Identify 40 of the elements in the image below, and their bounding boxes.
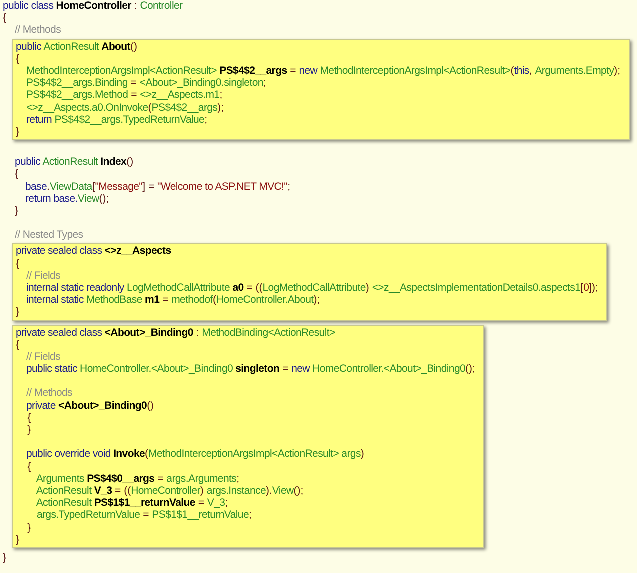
code-line: { [26,412,32,424]
code-line: public ActionResult Index() [15,156,135,168]
code-line: // Fields [25,270,62,282]
code-line: { [15,168,20,181]
code-line: { [16,258,21,270]
code-line: } [3,552,8,564]
code-line: private <About>_Binding0() [25,400,156,412]
code-line: // Methods [25,387,74,400]
code-line: args.TypedReturnValue = PS$1$1__returnValue; [36,509,253,522]
code-line: public ActionResult About() [16,40,138,53]
code-line: // Fields [25,351,62,364]
code-line: ActionResult PS$1$1__returnValue = V_3; [35,497,230,510]
code-line: private sealed class <>z__Aspects [16,245,172,258]
code-line: return PS$4$2__args.TypedReturnValue; [25,114,209,126]
code-line: // Nested Types [15,229,84,242]
code-line: } [16,306,21,319]
code-line: // Methods [15,24,62,37]
code-line: public override void Invoke(MethodInterceptionArgsImpl<ActionResult> args) [25,448,366,460]
code-line: base.ViewData["Message"] = "Welcome to ASP.NET MVC!"; [24,180,292,193]
code-line: { [3,12,8,24]
code-line: internal static MethodBase m1 = methodof(HomeController.About); [25,294,322,306]
code-line: } [26,424,32,436]
code-line: } [16,126,21,138]
code-line: ActionResult V_3 = ((HomeController) args.Instance).View(); [35,484,305,498]
code-line: internal static readonly LogMethodCallAttribute a0 = ((LogMethodCallAttribute) <>z__AspectsImplementationDetails0.aspects1[0]); [25,282,598,294]
code-line: MethodInterceptionArgsImpl<ActionResult> PS$4$2__args = new MethodInterceptionArgsImpl<ActionResult>(this, Arguments.Empty); [25,65,621,78]
code-line: PS$4$2__args.Method = <>z__Aspects.m1; [25,89,224,102]
code-line: public static HomeController.<About>_Binding0 singleton = new HomeController.<About>_Binding0(); [25,363,476,376]
code-line: { [16,338,21,352]
code-line: } [15,205,20,218]
code-line: PS$4$2__args.Binding = <About>_Binding0.singleton; [25,77,268,90]
code-line: private sealed class <About>_Binding0 : MethodBinding<ActionResult> [16,326,336,339]
code-line: { [26,460,32,473]
code-line: } [16,534,21,546]
code-line: } [26,522,32,534]
code-line: Arguments PS$4$0__args = args.Arguments; [35,472,240,485]
code-line: { [16,52,21,66]
code-line: <>z__Aspects.a0.OnInvoke(PS$4$2__args); [25,102,226,114]
code-line: public class HomeController : Controller [3,0,184,12]
code-line: return base.View(); [24,192,110,206]
